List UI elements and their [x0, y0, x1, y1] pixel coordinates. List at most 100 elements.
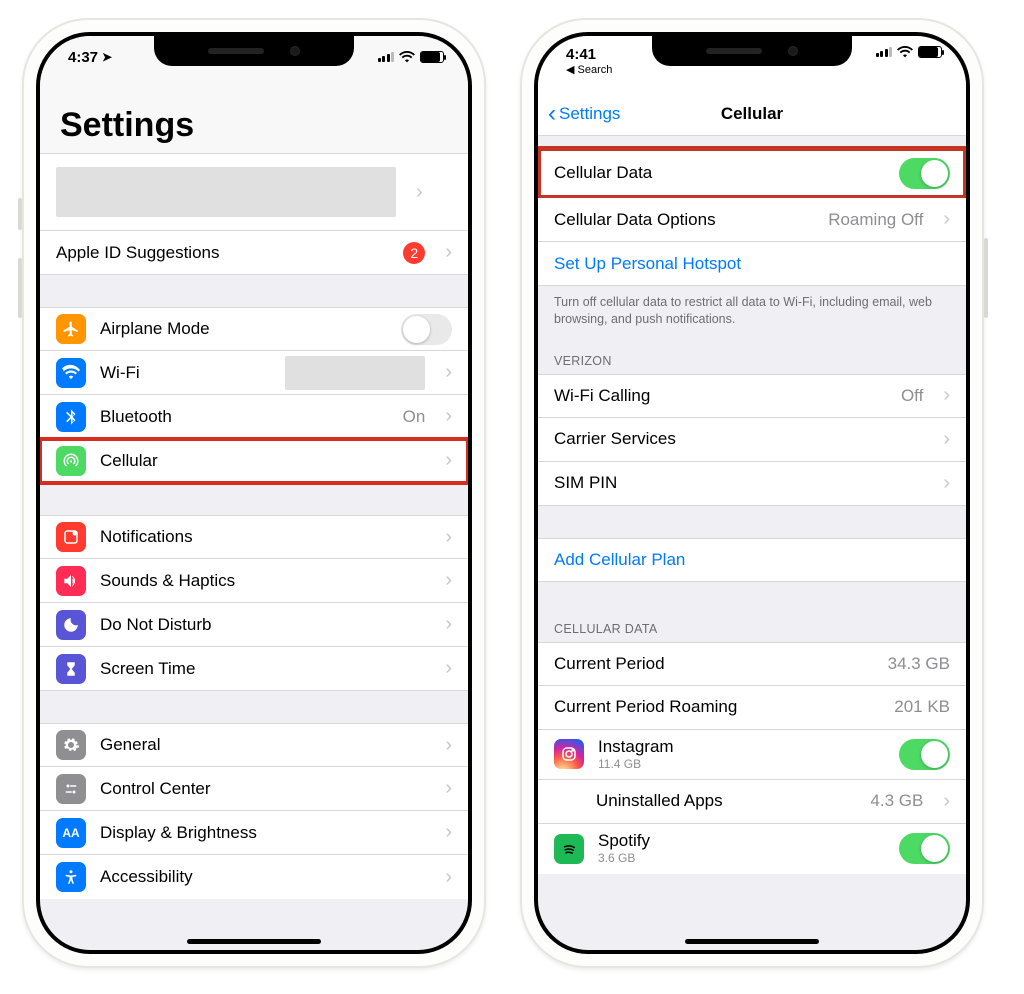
add-cellular-plan-row[interactable]: Add Cellular Plan	[538, 538, 966, 582]
notifications-row[interactable]: Notifications ›	[40, 515, 468, 559]
wifi-row[interactable]: Wi-Fi ›	[40, 351, 468, 395]
cellular-data-row[interactable]: Cellular Data	[538, 148, 966, 198]
wifi-icon	[56, 358, 86, 388]
row-label: Accessibility	[100, 867, 425, 887]
bluetooth-icon	[56, 402, 86, 432]
phone-frame-cellular: 4:41 ◀ Search ‹ Settings Cellular	[520, 18, 984, 968]
chevron-right-icon: ›	[445, 405, 452, 428]
text-size-icon: AA	[56, 818, 86, 848]
row-label: Wi-Fi Calling	[554, 386, 887, 406]
notch	[154, 36, 354, 66]
chevron-right-icon: ›	[445, 734, 452, 757]
battery-icon	[918, 46, 942, 58]
airplane-toggle[interactable]	[401, 314, 452, 345]
chevron-right-icon: ›	[416, 181, 423, 204]
cellular-icon	[56, 446, 86, 476]
display-row[interactable]: AA Display & Brightness ›	[40, 811, 468, 855]
redacted-wifi-value	[285, 356, 425, 390]
chevron-right-icon: ›	[943, 208, 950, 231]
general-row[interactable]: General ›	[40, 723, 468, 767]
row-label: Current Period	[554, 654, 874, 674]
app-instagram-row[interactable]: Instagram 11.4 GB	[538, 730, 966, 780]
chevron-right-icon: ›	[445, 361, 452, 384]
profile-row[interactable]: ›	[40, 153, 468, 231]
app-toggle[interactable]	[899, 833, 950, 864]
chevron-right-icon: ›	[445, 449, 452, 472]
screentime-row[interactable]: Screen Time ›	[40, 647, 468, 691]
row-label: Notifications	[100, 527, 425, 547]
location-icon: ➤	[102, 50, 112, 64]
dnd-row[interactable]: Do Not Disturb ›	[40, 603, 468, 647]
row-value: Roaming Off	[828, 210, 923, 230]
current-period-row: Current Period 34.3 GB	[538, 642, 966, 686]
chevron-right-icon: ›	[445, 866, 452, 889]
cellular-row[interactable]: Cellular ›	[40, 439, 468, 483]
back-button[interactable]: ‹ Settings	[538, 100, 620, 128]
current-period-roaming-row: Current Period Roaming 201 KB	[538, 686, 966, 730]
airplane-mode-row[interactable]: Airplane Mode	[40, 307, 468, 351]
chevron-right-icon: ›	[943, 384, 950, 407]
wifi-icon	[399, 51, 415, 63]
cellular-list[interactable]: Cellular Data Cellular Data Options Roam…	[538, 136, 966, 950]
section-header-data: CELLULAR DATA	[538, 582, 966, 642]
section-header-carrier: VERIZON	[538, 334, 966, 374]
sounds-icon	[56, 566, 86, 596]
row-value: 201 KB	[894, 697, 950, 717]
apple-id-suggestions-row[interactable]: Apple ID Suggestions 2 ›	[40, 231, 468, 275]
footer-text: Turn off cellular data to restrict all d…	[538, 286, 966, 334]
row-label: Do Not Disturb	[100, 615, 425, 635]
row-label: Set Up Personal Hotspot	[554, 254, 950, 274]
status-time: 4:41	[566, 46, 596, 63]
uninstalled-apps-row[interactable]: Uninstalled Apps 4.3 GB ›	[538, 780, 966, 824]
cellular-data-options-row[interactable]: Cellular Data Options Roaming Off ›	[538, 198, 966, 242]
row-label: Cellular	[100, 451, 425, 471]
home-indicator[interactable]	[685, 939, 819, 944]
cellular-data-toggle[interactable]	[899, 158, 950, 189]
row-label: Bluetooth	[100, 407, 389, 427]
wifi-icon	[897, 46, 913, 58]
row-sub: 11.4 GB	[598, 757, 674, 771]
nav-bar: ‹ Settings Cellular	[538, 92, 966, 136]
sim-pin-row[interactable]: SIM PIN ›	[538, 462, 966, 506]
row-label: Cellular Data Options	[554, 210, 814, 230]
chevron-right-icon: ›	[445, 821, 452, 844]
row-label: Wi-Fi	[100, 363, 271, 383]
settings-list[interactable]: › Apple ID Suggestions 2 › Airplane Mode	[40, 153, 468, 950]
bluetooth-row[interactable]: Bluetooth On ›	[40, 395, 468, 439]
phone-frame-settings: 4:37 ➤ Settings › Apple ID S	[22, 18, 486, 968]
wifi-calling-row[interactable]: Wi-Fi Calling Off ›	[538, 374, 966, 418]
chevron-right-icon: ›	[943, 472, 950, 495]
row-value: 4.3 GB	[870, 791, 923, 811]
bezel: 4:41 ◀ Search ‹ Settings Cellular	[534, 32, 970, 954]
carrier-services-row[interactable]: Carrier Services ›	[538, 418, 966, 462]
row-label: Uninstalled Apps	[596, 791, 856, 811]
control-center-row[interactable]: Control Center ›	[40, 767, 468, 811]
sliders-icon	[56, 774, 86, 804]
row-label: Current Period Roaming	[554, 697, 880, 717]
app-spotify-row[interactable]: Spotify 3.6 GB	[538, 824, 966, 874]
back-to-search[interactable]: ◀ Search	[566, 63, 612, 76]
gear-icon	[56, 730, 86, 760]
row-label: Add Cellular Plan	[554, 550, 950, 570]
row-label: Carrier Services	[554, 429, 923, 449]
chevron-right-icon: ›	[445, 569, 452, 592]
battery-icon	[420, 51, 444, 63]
row-label: Spotify	[598, 832, 650, 851]
signal-icon	[876, 47, 893, 57]
chevron-right-icon: ›	[943, 790, 950, 813]
row-label: Display & Brightness	[100, 823, 425, 843]
accessibility-row[interactable]: Accessibility ›	[40, 855, 468, 899]
chevron-right-icon: ›	[445, 777, 452, 800]
app-toggle[interactable]	[899, 739, 950, 770]
row-label: Cellular Data	[554, 163, 885, 183]
sounds-row[interactable]: Sounds & Haptics ›	[40, 559, 468, 603]
status-time: 4:37	[68, 49, 98, 66]
screen-cellular: 4:41 ◀ Search ‹ Settings Cellular	[538, 36, 966, 950]
home-indicator[interactable]	[187, 939, 321, 944]
personal-hotspot-row[interactable]: Set Up Personal Hotspot	[538, 242, 966, 286]
notifications-icon	[56, 522, 86, 552]
chevron-right-icon: ›	[943, 428, 950, 451]
hourglass-icon	[56, 654, 86, 684]
chevron-right-icon: ›	[445, 657, 452, 680]
redacted-profile	[56, 167, 396, 217]
